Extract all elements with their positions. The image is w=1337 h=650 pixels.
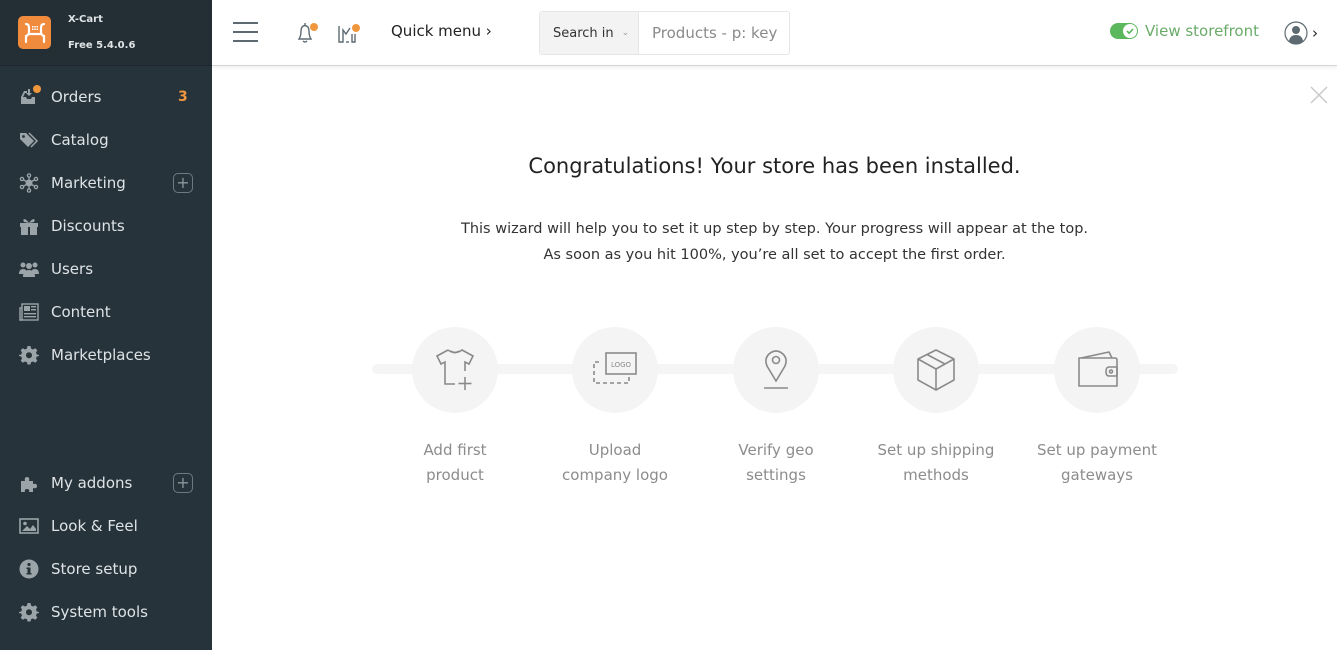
top-header: Quick menu › Search in ⌄ View storefront…: [212, 0, 1337, 66]
step-label-line-1: Upload: [588, 441, 642, 459]
step-circle: [733, 327, 819, 413]
sidebar-item-label: Catalog: [51, 130, 109, 149]
step-label-line-2: company logo: [562, 466, 668, 484]
notification-dot: [310, 23, 318, 31]
sidebar-item-content[interactable]: Content: [0, 290, 212, 333]
add-addon-button[interactable]: +: [173, 472, 193, 493]
search-input[interactable]: [639, 12, 789, 54]
user-chevron-icon: ›: [1312, 24, 1318, 42]
hamburger-menu-icon[interactable]: [233, 22, 258, 44]
sidebar-item-my-addons[interactable]: My addons +: [0, 461, 212, 504]
quick-menu-button[interactable]: Quick menu ›: [391, 22, 492, 40]
gear-icon: [18, 601, 40, 623]
sidebar-item-look-feel[interactable]: Look & Feel: [0, 504, 212, 547]
sidebar-item-label: Marketing: [51, 173, 126, 192]
puzzle-icon: [18, 472, 40, 494]
step-label-line-2: settings: [746, 466, 806, 484]
sidebar-item-marketing[interactable]: Marketing +: [0, 161, 212, 204]
step-circle: LOGO: [572, 327, 658, 413]
close-icon[interactable]: [1309, 85, 1329, 105]
view-storefront-toggle[interactable]: View storefront: [1110, 22, 1259, 40]
sidebar-item-label: Store setup: [51, 559, 138, 578]
sidebar-item-orders[interactable]: Orders 3: [0, 75, 212, 118]
sidebar-item-catalog[interactable]: Catalog: [0, 118, 212, 161]
logo-upload-icon: LOGO: [593, 352, 637, 384]
logo-text: LOGO: [611, 361, 632, 369]
marketplace-updates-icon[interactable]: [336, 20, 362, 46]
notifications-bell-icon[interactable]: [292, 20, 318, 46]
step-label-line-1: Verify geo: [738, 441, 814, 459]
sidebar-nav-main: Orders 3 Catalog Marketing + Discounts U…: [0, 75, 212, 376]
wallet-icon: [1078, 351, 1118, 387]
step-label-line-2: gateways: [1061, 466, 1133, 484]
step-circle: [893, 327, 979, 413]
wizard-description-line-2: As soon as you hit 100%, you’re all set …: [543, 247, 1006, 263]
chevron-down-icon: ⌄: [621, 28, 630, 38]
orders-count-badge: 3: [178, 88, 188, 105]
info-icon: [18, 558, 40, 580]
notification-dot: [352, 24, 360, 32]
step-label-line-1: Set up shipping: [877, 441, 995, 459]
search-in-dropdown[interactable]: Search in ⌄: [540, 12, 639, 54]
step-circle: [412, 327, 498, 413]
sidebar-item-label: Orders: [51, 87, 102, 106]
sidebar-item-label: Look & Feel: [51, 516, 138, 535]
location-pin-icon: [764, 350, 788, 389]
xcart-logo-icon[interactable]: [18, 16, 51, 49]
sidebar-nav-settings: My addons + Look & Feel Store setup Syst…: [0, 461, 212, 633]
sidebar-item-label: System tools: [51, 602, 148, 621]
sidebar: X-Cart Free 5.4.0.6 Orders 3 Catalog Mar…: [0, 0, 212, 650]
sidebar-item-store-setup[interactable]: Store setup: [0, 547, 212, 590]
user-menu[interactable]: ›: [1284, 21, 1318, 45]
tshirt-plus-icon: [435, 349, 475, 390]
wizard-description-line-1: This wizard will help you to set it up s…: [460, 221, 1089, 237]
step-label-line-2: product: [426, 466, 484, 484]
brand: X-Cart Free 5.4.0.6: [0, 0, 212, 66]
users-icon: [18, 258, 40, 280]
brand-name: X-Cart: [68, 13, 103, 25]
user-avatar-icon: [1284, 21, 1308, 45]
sidebar-item-label: Content: [51, 302, 111, 321]
sidebar-item-label: Discounts: [51, 216, 125, 235]
sidebar-item-label: Users: [51, 259, 94, 278]
gear-icon: [18, 344, 40, 366]
step-label-line-1: Set up payment: [1036, 441, 1157, 459]
network-icon: [18, 172, 40, 194]
search-box: Search in ⌄: [539, 11, 790, 55]
notification-dot: [33, 84, 41, 93]
step-label-line-2: methods: [903, 466, 969, 484]
sidebar-item-users[interactable]: Users: [0, 247, 212, 290]
storefront-toggle-switch[interactable]: [1110, 23, 1138, 39]
step-circle: [1054, 327, 1140, 413]
sidebar-item-system-tools[interactable]: System tools: [0, 590, 212, 633]
search-in-label: Search in: [553, 25, 614, 41]
sidebar-item-label: Marketplaces: [51, 345, 151, 364]
view-storefront-label[interactable]: View storefront: [1145, 22, 1259, 40]
step-upload-company-logo[interactable]: LOGO Upload company logo: [535, 327, 695, 488]
sidebar-item-marketplaces[interactable]: Marketplaces: [0, 333, 212, 376]
tag-icon: [18, 129, 40, 151]
step-verify-geo-settings[interactable]: Verify geo settings: [696, 327, 856, 488]
wizard-description: This wizard will help you to set it up s…: [212, 216, 1337, 268]
brand-version: Free 5.4.0.6: [68, 39, 136, 51]
sidebar-item-label: My addons: [51, 473, 133, 492]
step-set-up-payment[interactable]: Set up payment gateways: [1017, 327, 1177, 488]
add-marketing-button[interactable]: +: [173, 172, 193, 193]
newspaper-icon: [18, 301, 40, 323]
orders-icon: [18, 84, 41, 108]
gift-icon: [18, 215, 40, 237]
step-add-first-product[interactable]: Add first product: [375, 327, 535, 488]
check-icon: [1123, 24, 1137, 38]
wizard-title: Congratulations! Your store has been ins…: [528, 154, 1021, 178]
step-label-line-1: Add first: [423, 441, 487, 459]
sidebar-item-discounts[interactable]: Discounts: [0, 204, 212, 247]
step-set-up-shipping[interactable]: Set up shipping methods: [856, 327, 1016, 488]
image-icon: [18, 515, 40, 537]
box-icon: [917, 349, 955, 391]
